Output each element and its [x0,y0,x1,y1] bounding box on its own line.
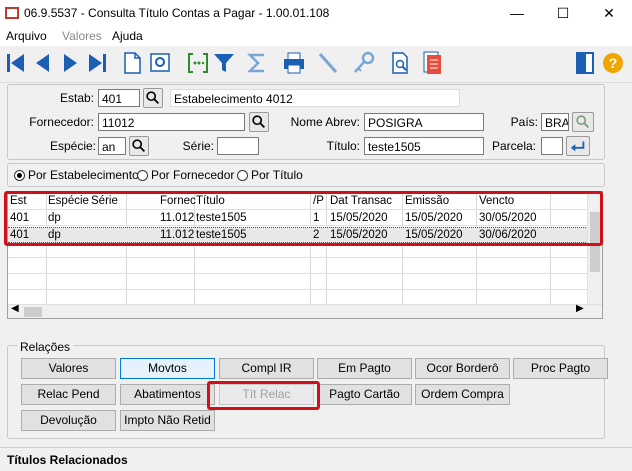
estab-search-icon[interactable] [143,88,163,108]
nome-abrev-label: Nome Abrev: [290,115,360,129]
pais-input[interactable]: BRA [541,113,569,131]
relac-pend-button[interactable]: Relac Pend [21,384,116,405]
fornecedor-search-icon[interactable] [249,112,269,132]
sum-icon[interactable] [245,50,269,76]
fornecedor-label: Fornecedor: [29,115,94,129]
menu-arquivo[interactable]: Arquivo [6,29,47,43]
status-text: Títulos Relacionados [7,453,128,467]
radio-indicator [137,169,148,181]
compl-ir-button[interactable]: Compl IR [219,358,314,379]
first-icon[interactable] [4,50,28,76]
maximize-button[interactable]: ☐ [540,0,586,26]
svg-text:?: ? [609,55,618,71]
abatimentos-button[interactable]: Abatimentos [120,384,215,405]
radio-por-fornecedor[interactable]: Por Fornecedor [137,168,234,182]
pais-search-icon[interactable] [572,112,594,132]
exit-icon[interactable] [573,50,597,76]
scroll-left-icon[interactable]: ◀ [11,303,19,314]
pagto-cartao-button[interactable]: Pagto Cartão [317,384,412,405]
highlight-rows-box [4,191,603,246]
scroll-right-icon[interactable]: ▶ [576,303,584,314]
app-icon [5,7,19,19]
preview-icon[interactable] [148,50,172,76]
window-title: 06.9.5537 - Consulta Título Contas a Pag… [24,6,330,20]
titulo-label: Título: [326,139,360,153]
minimize-button[interactable]: — [494,0,540,26]
bracket-icon[interactable] [186,50,210,76]
radio-por-estabelecimento[interactable]: Por Estabelecimento [14,168,139,182]
print-icon[interactable] [282,50,306,76]
radio-label: Por Fornecedor [151,168,235,182]
highlight-tit-relac-box [207,381,320,410]
parcela-input[interactable] [541,137,563,155]
ordem-compra-button[interactable]: Ordem Compra [415,384,510,405]
pais-label: País: [510,115,538,129]
em-pagto-button[interactable]: Em Pagto [317,358,412,379]
help-icon[interactable]: ? [601,50,625,76]
horizontal-scrollbar[interactable] [8,304,602,318]
close-button[interactable]: ✕ [586,0,632,26]
especie-search-icon[interactable] [129,136,149,156]
radio-label: Por Estabelecimento [28,168,139,182]
new-doc-icon[interactable] [120,50,144,76]
ocor-bordero-button[interactable]: Ocor Borderô [415,358,510,379]
movtos-button[interactable]: Movtos [120,358,215,379]
devolucao-button[interactable]: Devolução [21,410,116,431]
impto-nao-retid-button[interactable]: Impto Não Retid [120,410,215,431]
fornecedor-input[interactable]: 11012 [98,113,245,131]
radio-indicator [237,169,248,181]
next-icon[interactable] [58,50,82,76]
enter-icon[interactable] [566,136,590,156]
serie-label: Série: [182,139,214,153]
estab-label: Estab: [60,91,95,105]
relacoes-label: Relações [17,340,74,354]
radio-por-titulo[interactable]: Por Título [237,168,303,182]
proc-pagto-button[interactable]: Proc Pagto [513,358,608,379]
radio-selected-indicator [14,169,25,181]
estab-input[interactable]: 401 [98,89,140,107]
parcela-label: Parcela: [491,139,536,153]
menu-valores[interactable]: Valores [62,29,102,43]
key-icon[interactable] [352,50,376,76]
pen-icon[interactable] [316,50,340,76]
filter-icon[interactable] [212,50,236,76]
nome-abrev-input[interactable]: POSIGRA [364,113,484,131]
especie-input[interactable]: an [98,137,126,155]
radio-label: Por Título [251,168,303,182]
menu-ajuda[interactable]: Ajuda [112,29,143,43]
prev-icon[interactable] [31,50,55,76]
titulo-input[interactable]: teste1505 [364,137,484,155]
horizontal-scroll-thumb[interactable] [24,307,42,317]
valores-button[interactable]: Valores [21,358,116,379]
serie-input[interactable] [217,137,259,155]
document-search-icon[interactable] [388,50,412,76]
report-icon[interactable] [420,50,444,76]
last-icon[interactable] [85,50,109,76]
especie-label: Espécie: [49,139,96,153]
estab-description: Estabelecimento 4012 [170,89,460,107]
